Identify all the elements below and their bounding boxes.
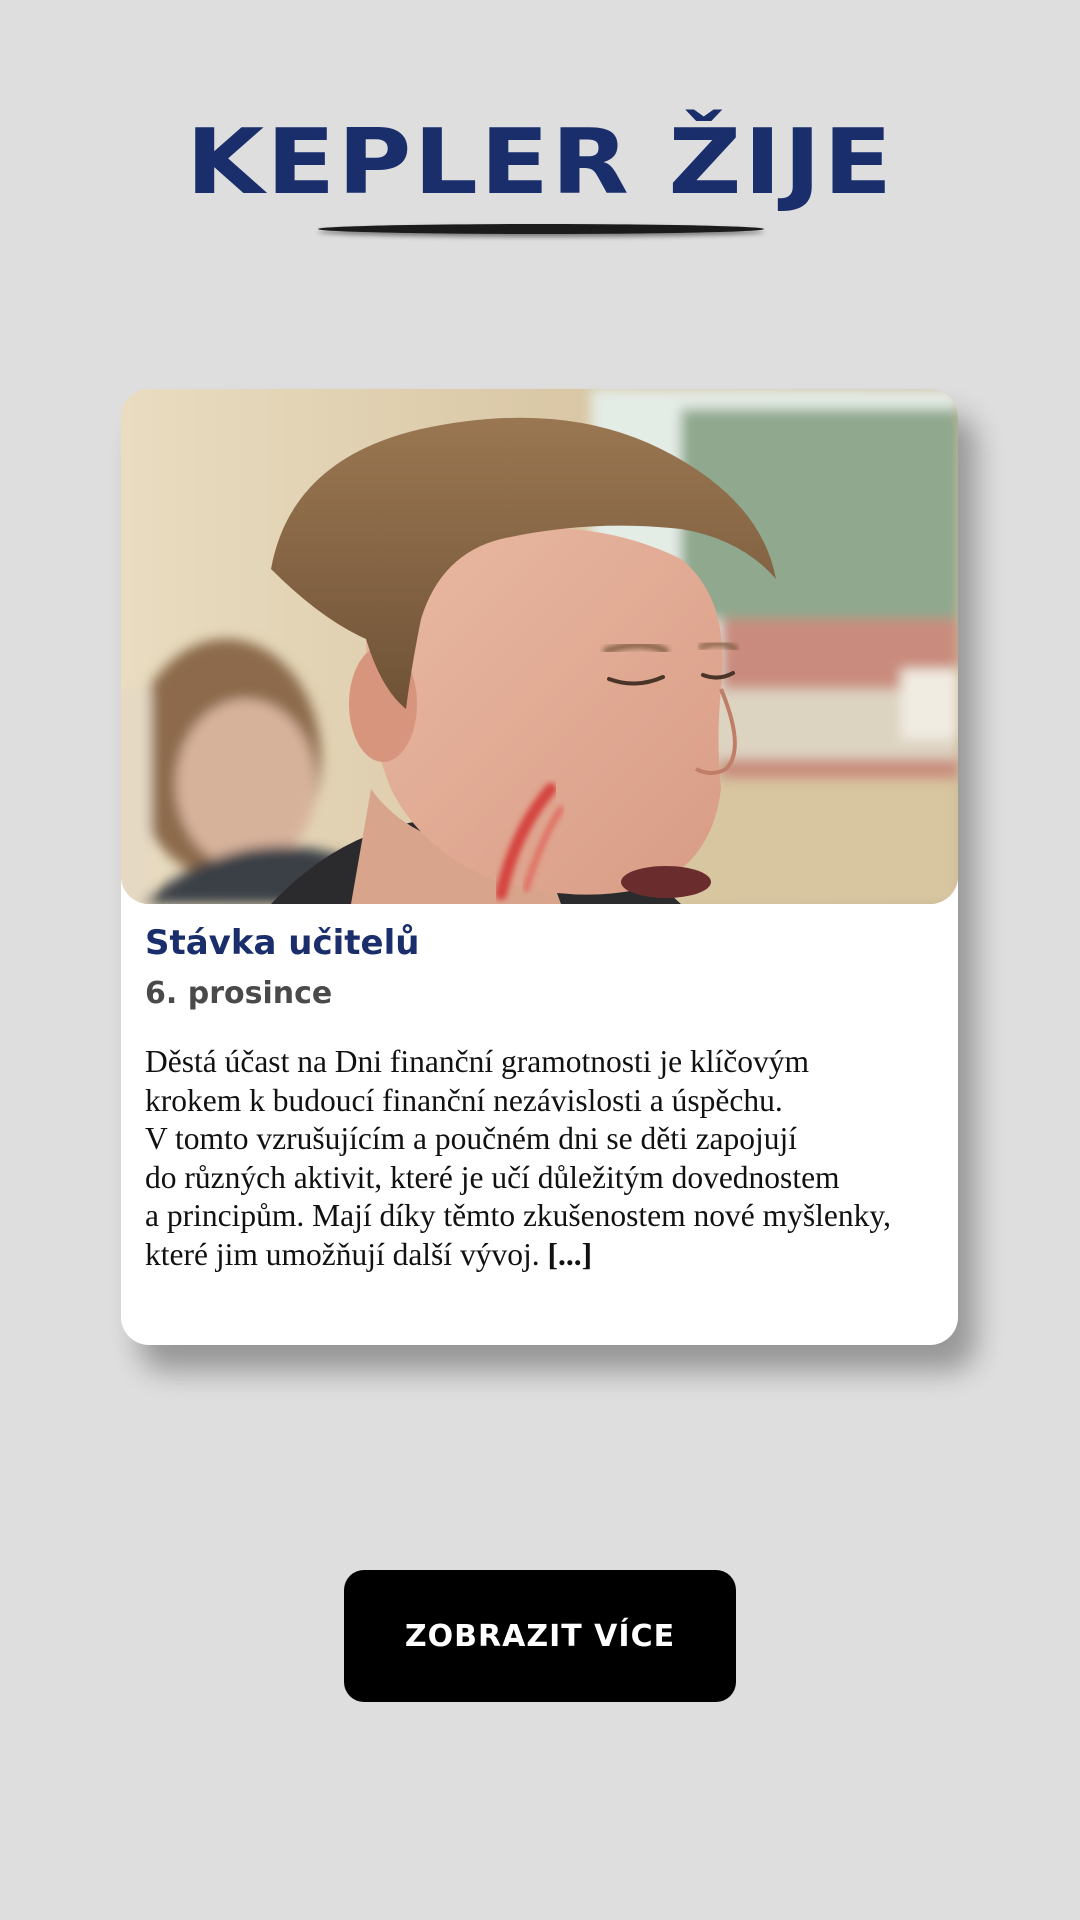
portrait-photo-icon xyxy=(121,389,958,904)
article-photo[interactable] xyxy=(121,389,958,904)
excerpt-line-text: které jim umožňují další vývoj. xyxy=(145,1236,540,1272)
article-date: 6. prosince xyxy=(145,976,333,1011)
excerpt-line: a principům. Mají díky těmto zkušenostem… xyxy=(145,1198,891,1233)
excerpt-line-last: které jim umožňují další vývoj. [...] xyxy=(145,1236,945,1275)
read-more-link[interactable]: [...] xyxy=(547,1237,592,1272)
logo-text: KEPLER ŽIJE xyxy=(185,110,895,215)
article-title[interactable]: Stávka učitelů xyxy=(145,921,419,965)
excerpt-line: krokem k budoucí finanční nezávislosti a… xyxy=(145,1082,783,1118)
excerpt-line: V tomto vzrušujícím a poučném dni se dět… xyxy=(145,1121,798,1156)
show-more-button[interactable]: ZOBRAZIT VÍCE xyxy=(344,1570,736,1702)
article-excerpt: Děstá účast na Dni finanční gramotnosti … xyxy=(145,1043,945,1274)
site-logo[interactable]: KEPLER ŽIJE xyxy=(0,108,1080,218)
excerpt-line: Děstá účast na Dni finanční gramotnosti … xyxy=(145,1044,809,1079)
article-card[interactable]: Stávka učitelů 6. prosince Děstá účast n… xyxy=(121,389,958,1345)
excerpt-line: do různých aktivit, které je učí důležit… xyxy=(145,1159,840,1195)
logo-underline xyxy=(318,224,764,234)
